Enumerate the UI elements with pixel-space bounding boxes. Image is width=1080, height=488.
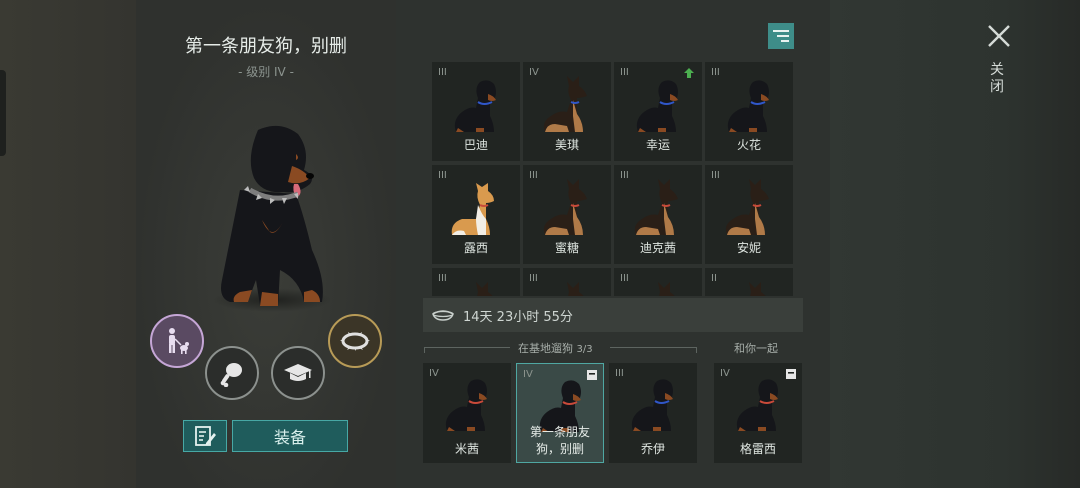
training-button[interactable] [271,346,325,400]
dog-thumbnail [631,379,673,431]
lock-icon [786,369,796,379]
dog-thumbnail [476,282,493,296]
food-icon [220,363,242,387]
dog-name: 幸运 [645,138,670,152]
dog-thumbnail [749,282,766,296]
dog-name-title: 第一条朋友狗，别删 [185,36,347,57]
dog-thumbnail [658,282,675,296]
dog-thumbnail [454,80,496,132]
walk-slot[interactable]: IV 米茜 [423,363,511,463]
filter-icon [773,30,789,42]
dog-name: 第一条朋友 狗，别删 [529,425,590,456]
close-label[interactable]: 关闭 [990,62,1006,96]
rename-notes-button[interactable] [183,420,227,452]
bowl-icon [432,310,454,321]
dog-card[interactable]: II [705,268,793,296]
dog-thumbnail [567,282,584,296]
dog-name: 美琪 [554,138,579,152]
dog-name: 蜜糖 [554,241,579,255]
dog-thumbnail [725,179,769,235]
dog-card[interactable]: III [614,268,702,296]
dog-tier: II [711,273,717,284]
section-divider [424,347,425,353]
dog-name: 巴迪 [463,138,488,152]
dog-card[interactable]: IV 美琪 [523,62,611,161]
side-drawer-handle[interactable] [0,70,6,156]
dog-card[interactable]: III 火花 [705,62,793,161]
walk-timer-bar: 14天 23小时 55分 [423,298,803,332]
walk-mode-button[interactable] [150,314,204,368]
dog-level-label: - 级别 IV - [238,65,294,79]
walk-slot[interactable]: IV 第一条朋友 狗，别删 [516,363,604,463]
dog-thumbnail [636,80,678,132]
collar-icon [340,332,370,351]
walk-slot[interactable]: III 乔伊 [609,363,697,463]
dog-name: 乔伊 [640,442,665,456]
section-divider [424,347,510,348]
walk-count: 3/3 [576,344,593,355]
dog-card[interactable]: III 安妮 [705,165,793,264]
dog-thumbnail [543,179,587,235]
with-you-section-label: 和你一起 [734,342,778,355]
dog-grid[interactable]: III 巴迪 IV 美琪 III 幸运 III 火花 III 露西 III 蜜糖 III 迪克茜 III 安妮… [432,62,796,296]
close-icon[interactable] [985,22,1013,50]
walk-timer-text: 14天 23小时 55分 [463,309,573,325]
collar-slot-button[interactable] [328,314,382,368]
dog-card[interactable]: III [432,268,520,296]
training-icon [284,364,312,381]
background-left [0,0,136,488]
dog-card[interactable]: III 巴迪 [432,62,520,161]
feed-button[interactable] [205,346,259,400]
dog-thumbnail [543,76,587,132]
dog-name: 米茜 [454,442,479,456]
dog-thumbnail [445,379,487,431]
dog-card[interactable]: III [523,268,611,296]
dog-card[interactable]: III 幸运 [614,62,702,161]
dog-name: 火花 [736,138,761,152]
section-divider [610,347,697,348]
filter-sort-button[interactable] [768,23,794,49]
dog-thumbnail [727,80,769,132]
section-divider [696,347,697,353]
equip-button[interactable]: 装备 [232,420,348,452]
walk-icon [169,328,189,354]
dog-name: 露西 [463,241,488,255]
upgrade-arrow-icon [684,68,694,78]
dog-thumbnail [451,183,494,235]
walk-section-label: 在基地遛狗 3/3 [518,342,593,355]
dog-thumbnail [634,179,678,235]
dog-name: 格雷西 [739,442,776,456]
background-right [830,0,1080,488]
dog-name: 迪克茜 [639,241,676,255]
notes-icon [195,426,216,446]
dog-card[interactable]: III 露西 [432,165,520,264]
dog-name: 安妮 [736,241,761,255]
dog-card[interactable]: III 蜜糖 [523,165,611,264]
dog-card[interactable]: III 迪克茜 [614,165,702,264]
with-you-slot[interactable]: IV 格雷西 [714,363,802,463]
dog-thumbnail [736,379,778,431]
lock-icon [587,370,597,380]
dog-portrait [221,125,323,306]
